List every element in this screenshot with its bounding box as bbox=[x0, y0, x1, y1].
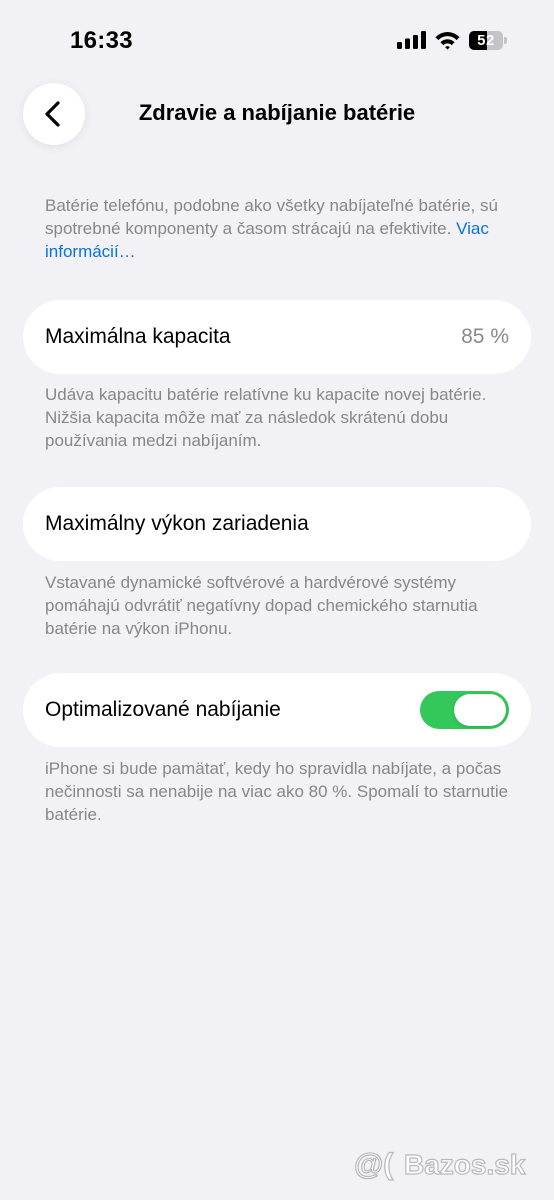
battery-level: 52 bbox=[477, 32, 495, 49]
signal-icon bbox=[397, 31, 426, 49]
bazos-watermark: @( Bazos.sk bbox=[353, 1147, 526, 1181]
max-capacity-label: Maximálna kapacita bbox=[45, 325, 231, 348]
battery-icon: 52 bbox=[469, 31, 507, 50]
svg-text:@(: @( bbox=[354, 1148, 393, 1181]
optimized-charging-toggle[interactable] bbox=[420, 691, 509, 729]
toggle-knob bbox=[454, 694, 506, 726]
optimized-charging-row: Optimalizované nabíjanie bbox=[23, 673, 531, 747]
max-capacity-value: 85 % bbox=[461, 325, 509, 348]
peak-performance-label: Maximálny výkon zariadenia bbox=[45, 512, 309, 535]
peak-performance-row[interactable]: Maximálny výkon zariadenia bbox=[23, 487, 531, 561]
intro-text-body: Batérie telefónu, podobne ako všetky nab… bbox=[45, 196, 498, 238]
peak-performance-description: Vstavané dynamické softvérové a hardvéro… bbox=[45, 573, 478, 638]
max-capacity-row: Maximálna kapacita 85 % bbox=[23, 300, 531, 374]
status-time: 16:33 bbox=[70, 27, 133, 54]
watermark-text: Bazos.sk bbox=[404, 1149, 526, 1180]
battery-body: 52 bbox=[469, 31, 503, 50]
optimized-charging-label: Optimalizované nabíjanie bbox=[45, 698, 281, 721]
page-title: Zdravie a nabíjanie batérie bbox=[138, 100, 416, 125]
optimized-charging-description: iPhone si bude pamätať, kedy ho spravidl… bbox=[45, 759, 509, 824]
max-capacity-description: Udáva kapacitu batérie relatívne ku kapa… bbox=[45, 385, 487, 450]
wifi-icon bbox=[435, 32, 460, 50]
intro-text: Batérie telefónu, podobne ako všetky nab… bbox=[45, 194, 520, 263]
status-bar: 16:33 52 bbox=[0, 0, 554, 80]
battery-cap bbox=[504, 37, 507, 44]
